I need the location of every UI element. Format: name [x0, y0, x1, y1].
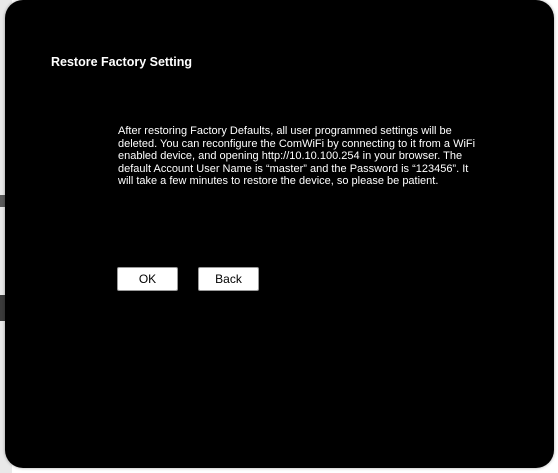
- dialog-message: After restoring Factory Defaults, all us…: [118, 125, 476, 188]
- back-button[interactable]: Back: [198, 267, 259, 291]
- restore-factory-dialog: Restore Factory Setting After restoring …: [5, 0, 554, 468]
- dialog-title: Restore Factory Setting: [51, 55, 193, 69]
- ok-button[interactable]: OK: [117, 267, 178, 291]
